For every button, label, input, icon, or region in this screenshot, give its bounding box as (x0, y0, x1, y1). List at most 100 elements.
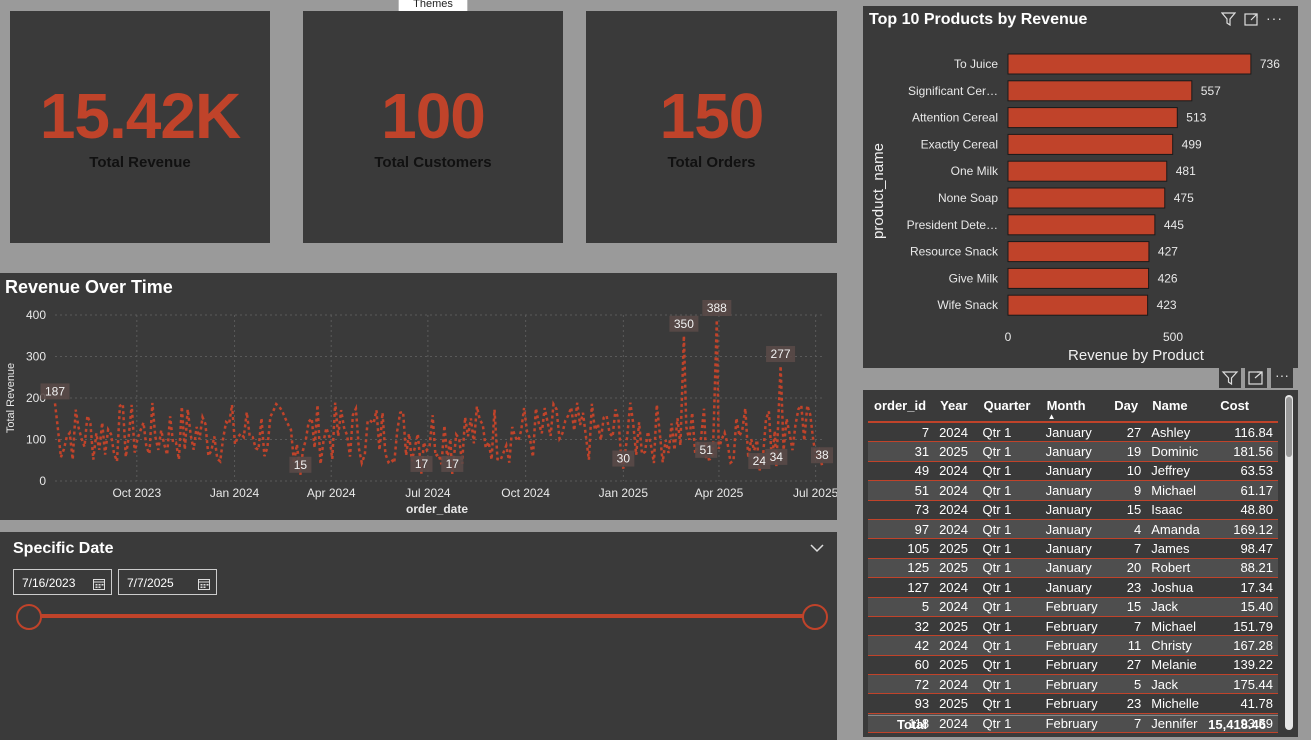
x-tick-label: 0 (1005, 330, 1012, 344)
scrollbar-thumb[interactable] (1286, 397, 1292, 457)
table-cell: February (1040, 674, 1109, 695)
slicer-title: Specific Date (13, 540, 114, 557)
bar-category-label: Attention Cereal (912, 111, 998, 125)
table-row[interactable]: 73 2024 Qtr 1 January 15 Isaac 48.80 (868, 500, 1278, 520)
table-cell: 10 (1108, 461, 1147, 482)
table-cell: Melanie (1146, 655, 1215, 676)
table-header-row: order_id Year Quarter Month ▲ Day Name Cost (868, 395, 1278, 423)
table-cell: 49 (868, 461, 935, 482)
end-date-input[interactable]: 7/7/2025 (118, 569, 217, 595)
table-cell: 23 (1108, 693, 1147, 714)
column-header-order_id[interactable]: order_id (868, 395, 935, 423)
table-cell: Michelle (1146, 693, 1215, 714)
total-label: Total (897, 717, 928, 732)
bar-category-label: Give Milk (949, 271, 999, 285)
table-row[interactable]: 7 2024 Qtr 1 January 27 Ashley 116.84 (868, 422, 1278, 443)
table-cell: Dominic (1146, 441, 1215, 462)
products-bar-chart[interactable]: To Juice 736 Significant Cer… 557 Attention … (863, 6, 1298, 368)
table-scrollbar[interactable] (1285, 395, 1293, 730)
bar-category-label: Resource Snack (910, 245, 999, 259)
table-row[interactable]: 93 2025 Qtr 1 February 23 Michelle 41.78 (868, 693, 1278, 714)
more-options-icon[interactable]: ··· (1271, 368, 1293, 388)
table-cell: January (1040, 558, 1109, 579)
table-row[interactable]: 51 2024 Qtr 1 January 9 Michael 61.17 (868, 480, 1278, 501)
table-cell: 93 (868, 693, 935, 714)
filter-icon[interactable] (1219, 368, 1241, 388)
table-row[interactable]: 5 2024 Qtr 1 February 15 Jack 15.40 (868, 597, 1278, 617)
table-cell: 105 (868, 538, 935, 559)
kpi-label: Total Orders (667, 153, 756, 171)
revenue-over-time-visual[interactable]: Revenue Over Time 400 300 200 100 0 Oct 2023 J… (0, 273, 837, 520)
bar-value-label: 426 (1158, 271, 1178, 285)
table-row[interactable]: 125 2025 Qtr 1 January 20 Robert 88.21 (868, 558, 1278, 579)
chevron-down-icon[interactable] (810, 540, 824, 558)
column-header-quarter[interactable]: Quarter (977, 395, 1041, 423)
column-header-month[interactable]: Month ▲ (1040, 395, 1109, 423)
data-label: 350 (674, 317, 694, 331)
column-header-day[interactable]: Day (1108, 395, 1147, 423)
table-cell: 2025 (934, 538, 978, 559)
x-tick-label: Jul 2025 (793, 486, 837, 500)
bar (1007, 267, 1150, 289)
bar (1007, 187, 1166, 209)
table-row[interactable]: 97 2024 Qtr 1 January 4 Amanda 169.12 (868, 519, 1278, 540)
table-cell: Christy (1146, 635, 1215, 656)
bar-category-label: Wife Snack (937, 298, 999, 312)
slider-track[interactable] (29, 614, 815, 618)
calendar-icon[interactable] (93, 570, 105, 596)
y-axis-title: Total Revenue (5, 363, 17, 433)
kpi-value: 100 (381, 79, 486, 152)
revenue-line-chart[interactable]: 4003002001000Oct 2023 Jan 2024 Apr 2024 Jul… (0, 273, 837, 520)
kpi-card-total-orders[interactable]: 150 Total Orders (586, 11, 837, 243)
date-slicer[interactable]: Specific Date 7/16/2023 7/7/2025 (0, 532, 837, 740)
column-header-name[interactable]: Name (1146, 395, 1215, 423)
bar-category-label: One Milk (951, 164, 999, 178)
table-row[interactable]: 105 2025 Qtr 1 January 7 James 98.47 (868, 538, 1278, 559)
table-row[interactable]: 72 2024 Qtr 1 February 5 Jack 175.44 (868, 674, 1278, 695)
column-header-year[interactable]: Year (934, 395, 978, 423)
table-row[interactable]: 49 2024 Qtr 1 January 10 Jeffrey 63.53 (868, 461, 1278, 482)
table-cell: January (1040, 461, 1109, 482)
focus-mode-icon[interactable] (1245, 368, 1267, 388)
kpi-card-total-revenue[interactable]: 15.42K Total Revenue (10, 11, 270, 243)
table-cell: 139.22 (1214, 655, 1278, 676)
table-cell: Qtr 1 (977, 693, 1041, 714)
table-cell: Qtr 1 (977, 577, 1041, 598)
table-cell: 98.47 (1214, 538, 1278, 559)
table-row[interactable]: 31 2025 Qtr 1 January 19 Dominic 181.56 (868, 441, 1278, 462)
table-row[interactable]: 127 2024 Qtr 1 January 23 Joshua 17.34 (868, 577, 1278, 598)
data-label: 30 (617, 452, 631, 466)
table-cell: Qtr 1 (977, 635, 1041, 656)
orders-table-visual[interactable]: order_id Year Quarter Month ▲ Day Name Cost 7 20… (863, 390, 1298, 737)
table-row[interactable]: 60 2025 Qtr 1 February 27 Melanie 139.22 (868, 655, 1278, 676)
orders-table[interactable]: order_id Year Quarter Month ▲ Day Name Cost 7 20… (868, 395, 1278, 734)
table-cell: Jeffrey (1146, 461, 1215, 482)
table-row[interactable]: 42 2024 Qtr 1 February 11 Christy 167.28 (868, 635, 1278, 656)
table-cell: 125 (868, 558, 935, 579)
top-products-visual[interactable]: Top 10 Products by Revenue ··· To Juice 7… (863, 6, 1298, 368)
table-cell: Qtr 1 (977, 558, 1041, 579)
table-cell: 51 (868, 480, 935, 501)
table-row[interactable]: 32 2025 Qtr 1 February 7 Michael 151.79 (868, 616, 1278, 637)
bar-value-label: 499 (1182, 137, 1202, 151)
slider-start-handle[interactable] (16, 604, 42, 630)
calendar-icon[interactable] (198, 570, 210, 596)
slider-end-handle[interactable] (802, 604, 828, 630)
end-date-value: 7/7/2025 (127, 576, 174, 590)
table-cell: 27 (1108, 422, 1147, 443)
table-cell: February (1040, 597, 1109, 617)
table-cell: January (1040, 441, 1109, 462)
bar-category-label: None Soap (938, 191, 998, 205)
table-cell: 2024 (934, 577, 978, 598)
data-label: 17 (446, 457, 460, 471)
bar-category-label: To Juice (954, 57, 998, 71)
table-cell: 4 (1108, 519, 1147, 540)
table-cell: Michael (1146, 480, 1215, 501)
sort-ascending-icon: ▲ (1047, 412, 1056, 421)
x-tick-label: Oct 2023 (112, 486, 161, 500)
bar-category-label: Significant Cer… (908, 84, 998, 98)
start-date-input[interactable]: 7/16/2023 (13, 569, 112, 595)
column-header-cost[interactable]: Cost (1214, 395, 1278, 423)
kpi-card-total-customers[interactable]: 100 Total Customers (303, 11, 563, 243)
table-cell: Qtr 1 (977, 422, 1041, 443)
